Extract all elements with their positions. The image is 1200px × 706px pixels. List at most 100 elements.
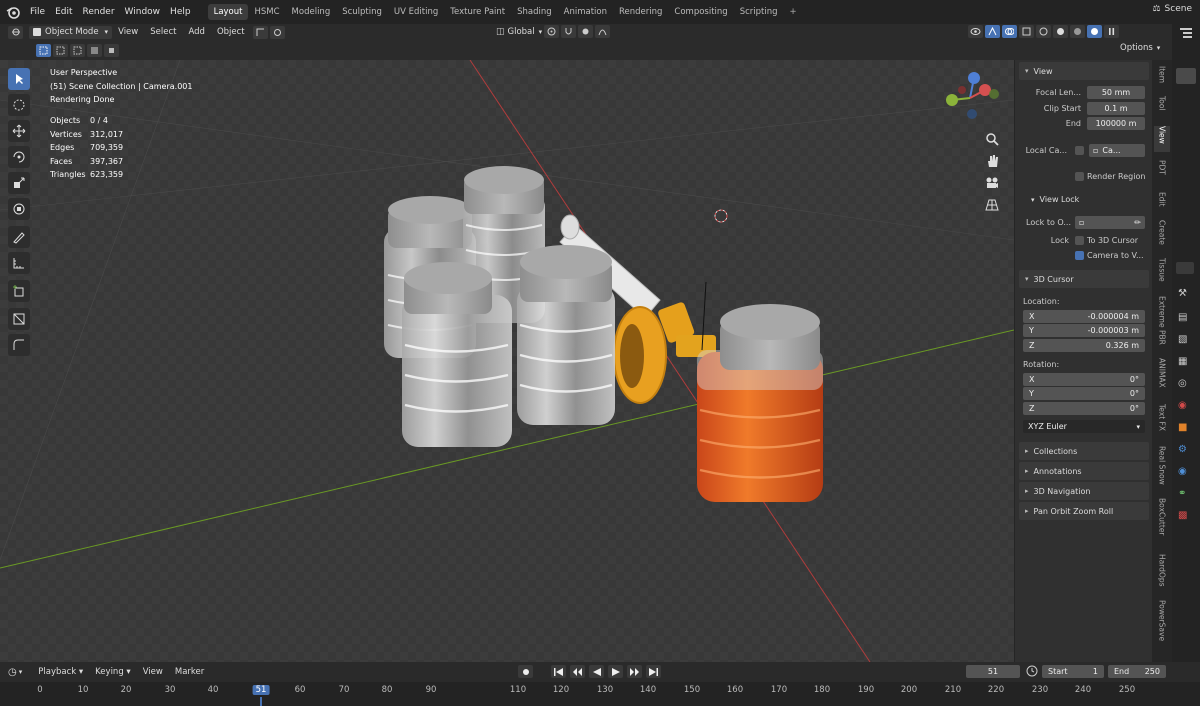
scale-tool-icon[interactable] (8, 172, 30, 194)
output-properties-icon[interactable]: ▧ (1178, 334, 1187, 345)
menu-select[interactable]: Select (144, 27, 182, 37)
shading-solid-icon[interactable] (1053, 25, 1068, 38)
cursor-rotation-z-field[interactable]: Z 0° (1023, 402, 1145, 415)
properties-editor-icon[interactable] (1176, 262, 1194, 274)
cursor-location-y-field[interactable]: Y -0.000003 m (1023, 324, 1145, 337)
tab-scripting[interactable]: Scripting (734, 4, 784, 20)
tool-properties-icon[interactable]: ⚒ (1178, 288, 1187, 299)
knife-tool-icon[interactable] (8, 308, 30, 330)
pan-hand-icon[interactable] (983, 152, 1001, 170)
gizmo-toggle-icon[interactable] (985, 25, 1000, 38)
tab-item[interactable]: Item (1154, 66, 1170, 92)
jump-start-icon[interactable] (551, 665, 566, 678)
frame-end-field[interactable]: End 250 (1108, 665, 1166, 678)
render-properties-icon[interactable]: ▤ (1178, 312, 1187, 323)
menu-marker[interactable]: Marker (169, 667, 210, 677)
shading-wireframe-icon[interactable] (1036, 25, 1051, 38)
menu-keying[interactable]: Keying ▾ (89, 667, 137, 677)
select-invert-icon[interactable] (87, 43, 102, 57)
tab-tissue[interactable]: Tissue (1154, 258, 1170, 290)
select-new-icon[interactable] (36, 43, 51, 57)
view-layer-icon[interactable]: ▦ (1178, 356, 1187, 367)
focal-length-field[interactable]: 50 mm (1087, 86, 1145, 99)
jump-keyframe-back-icon[interactable] (570, 665, 585, 678)
section-3d-navigation-header[interactable]: ▸ 3D Navigation (1019, 482, 1149, 500)
lock-to-object-field[interactable]: ▫ ✏ (1075, 216, 1145, 229)
pivot-icon[interactable] (544, 25, 560, 38)
tab-tool[interactable]: Tool (1154, 96, 1170, 122)
perspective-grid-icon[interactable] (983, 196, 1001, 214)
tab-rendering[interactable]: Rendering (613, 4, 668, 20)
cursor-rotation-x-field[interactable]: X 0° (1023, 373, 1145, 386)
select-extend-icon[interactable] (53, 43, 68, 57)
material-properties-icon[interactable]: ▩ (1178, 510, 1187, 521)
transform-tool-icon[interactable] (8, 198, 30, 220)
cursor-rotation-y-field[interactable]: Y 0° (1023, 387, 1145, 400)
navigation-gizmo[interactable] (940, 68, 1002, 126)
outliner-row-highlight[interactable] (1176, 68, 1196, 84)
3d-viewport[interactable] (0, 60, 1014, 662)
menu-timeline-view[interactable]: View (137, 667, 169, 677)
tab-extreme-pbr[interactable]: Extreme PBR (1154, 296, 1170, 352)
tab-compositing[interactable]: Compositing (668, 4, 733, 20)
section-view-header[interactable]: ▾ View (1019, 62, 1149, 80)
render-region-checkbox[interactable] (1075, 172, 1084, 181)
tab-edit[interactable]: Edit (1154, 192, 1170, 216)
current-frame-indicator[interactable]: 51 (252, 685, 270, 695)
rotate-tool-icon[interactable] (8, 146, 30, 168)
falloff-icon[interactable] (595, 25, 611, 38)
xray-toggle-icon[interactable] (1019, 25, 1034, 38)
play-icon[interactable] (608, 665, 623, 678)
constraint-properties-icon[interactable]: ⚭ (1178, 488, 1186, 499)
select-subtract-icon[interactable] (70, 43, 85, 57)
menu-edit[interactable]: Edit (50, 7, 77, 17)
camera-to-view-checkbox[interactable] (1075, 251, 1084, 260)
world-properties-icon[interactable]: ◉ (1178, 400, 1187, 411)
section-view-lock-header[interactable]: ▾ View Lock (1031, 195, 1079, 204)
select-intersect-icon[interactable] (104, 43, 119, 57)
tab-layout[interactable]: Layout (207, 4, 249, 20)
tab-animation[interactable]: Animation (558, 4, 613, 20)
add-workspace-button[interactable]: + (784, 4, 803, 20)
tab-modeling[interactable]: Modeling (286, 4, 337, 20)
local-camera-field[interactable]: ▫ Ca... (1089, 144, 1145, 157)
scene-properties-icon[interactable]: ◎ (1178, 378, 1187, 389)
shading-material-icon[interactable] (1070, 25, 1085, 38)
tab-hardops[interactable]: HardOps (1154, 554, 1170, 596)
blender-logo-icon[interactable] (3, 2, 23, 22)
menu-render[interactable]: Render (78, 7, 120, 17)
physics-properties-icon[interactable]: ◉ (1178, 466, 1187, 477)
menu-file[interactable]: File (25, 7, 50, 17)
move-tool-icon[interactable] (8, 120, 30, 142)
modifier-properties-icon[interactable]: ⚙ (1178, 444, 1187, 455)
editor-type-icon[interactable] (8, 25, 23, 39)
rotation-mode-dropdown[interactable]: XYZ Euler ▾ (1023, 420, 1145, 433)
scene-selector[interactable]: ⚖ Scene (1152, 4, 1192, 14)
tab-create[interactable]: Create (1154, 220, 1170, 254)
tab-view[interactable]: View (1154, 126, 1170, 152)
current-frame-field[interactable]: 51 (966, 665, 1020, 678)
menu-window[interactable]: Window (120, 7, 166, 17)
gizmo-z-axis-icon[interactable] (968, 72, 980, 84)
mode-dropdown[interactable]: Object Mode ▾ (29, 25, 113, 39)
proportional-icon[interactable] (269, 25, 285, 39)
pause-render-icon[interactable] (1104, 25, 1119, 38)
jump-keyframe-forward-icon[interactable] (627, 665, 642, 678)
menu-help[interactable]: Help (165, 7, 196, 17)
section-pan-orbit-header[interactable]: ▸ Pan Orbit Zoom Roll (1019, 502, 1149, 520)
play-reverse-icon[interactable] (589, 665, 604, 678)
menu-object[interactable]: Object (211, 27, 251, 37)
tab-real-snow[interactable]: Real Snow (1154, 446, 1170, 492)
overlays-toggle-icon[interactable] (1002, 25, 1017, 38)
menu-playback[interactable]: Playback ▾ (32, 667, 89, 677)
tab-pdt[interactable]: PDT (1154, 160, 1170, 186)
tab-shading[interactable]: Shading (511, 4, 558, 20)
section-3d-cursor-header[interactable]: ▾ 3D Cursor (1019, 270, 1149, 288)
transform-orientation-label[interactable]: Global (508, 27, 535, 37)
timeline-ruler[interactable]: 0 10 20 30 40 51 60 70 80 90 110 120 130… (0, 682, 1200, 706)
options-dropdown[interactable]: Options ▾ (1120, 43, 1160, 53)
add-cube-tool-icon[interactable] (8, 280, 30, 302)
select-tool-icon[interactable] (8, 68, 30, 90)
tab-uv-editing[interactable]: UV Editing (388, 4, 444, 20)
annotate-tool-icon[interactable] (8, 226, 30, 248)
